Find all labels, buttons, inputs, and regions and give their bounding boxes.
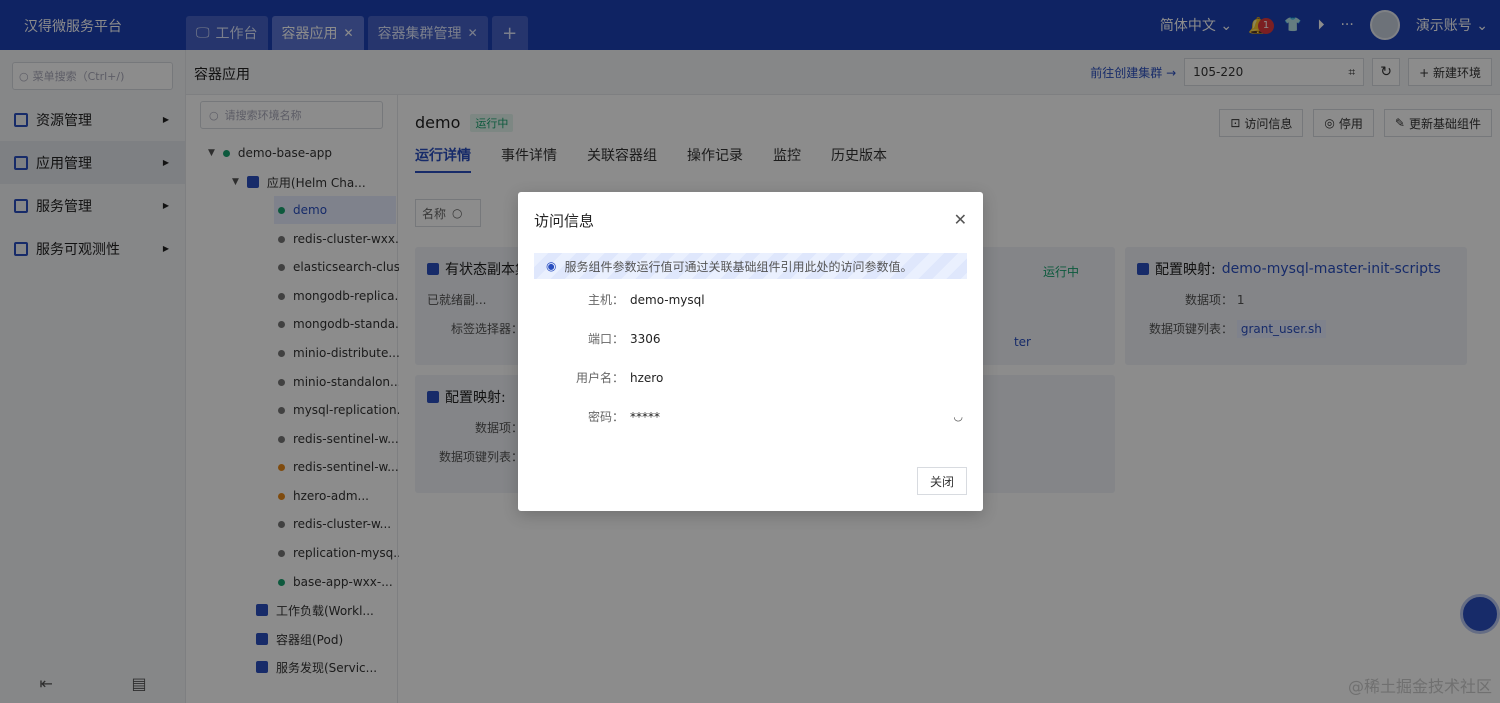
close-icon[interactable]: ✕ — [954, 210, 967, 229]
modal-title: 访问信息 — [534, 212, 595, 230]
location-icon: ◉ — [546, 259, 557, 273]
field-host: 主机： demo-mysql — [587, 292, 705, 308]
field-username: 用户名： hzero — [575, 370, 664, 386]
eye-closed-icon[interactable]: ◡ — [953, 410, 963, 423]
access-info-modal: 访问信息 ✕ ◉ 服务组件参数运行值可通过关联基础组件引用此处的访问参数值。 主… — [518, 192, 983, 511]
close-button[interactable]: 关闭 — [916, 467, 967, 495]
field-password: 密码： ***** ◡ — [587, 409, 963, 425]
info-banner: ◉ 服务组件参数运行值可通过关联基础组件引用此处的访问参数值。 — [534, 253, 967, 279]
field-port: 端口： 3306 — [587, 331, 661, 347]
